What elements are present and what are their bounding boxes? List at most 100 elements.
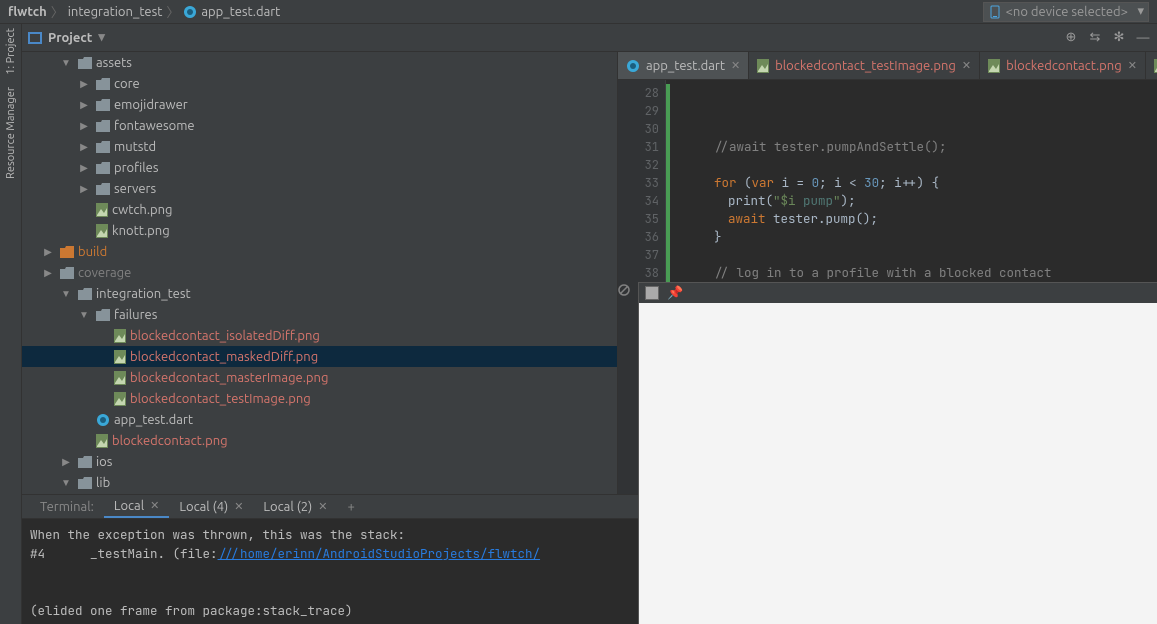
tree-item[interactable]: ▶coverage [22, 262, 617, 283]
code-line[interactable]: print("$i pump"); [686, 192, 1157, 210]
breadcrumb-folder[interactable]: integration_test [68, 5, 163, 19]
tree-item-label: knott.png [112, 224, 170, 238]
pin-icon[interactable]: 📌 [667, 286, 683, 301]
terminal-tab[interactable]: Local✕ [104, 496, 170, 518]
tree-arrow[interactable]: ▼ [58, 477, 74, 489]
line-number[interactable]: 32 [620, 156, 659, 174]
tree-item[interactable]: blockedcontact_isolatedDiff.png [22, 325, 617, 346]
imgfile-icon [114, 392, 126, 406]
tree-item[interactable]: blockedcontact_masterImage.png [22, 367, 617, 388]
tree-arrow[interactable]: ▼ [58, 288, 74, 300]
folder-icon [78, 477, 92, 489]
breadcrumb-root[interactable]: flwtch [8, 5, 47, 19]
tree-item-label: profiles [114, 161, 158, 175]
line-number[interactable]: 31 [620, 138, 659, 156]
line-number[interactable]: 38 [620, 264, 659, 282]
terminal-tab[interactable]: Local (4)✕ [169, 497, 253, 517]
tree-item-label: core [114, 77, 140, 91]
tree-item[interactable]: cwtch.png [22, 199, 617, 220]
imgfile-icon [96, 224, 108, 238]
tree-item[interactable]: ▶fontawesome [22, 115, 617, 136]
tree-item[interactable]: blockedcontact_maskedDiff.png [22, 346, 617, 367]
resource-manager-tool-button[interactable]: Resource Manager [5, 87, 17, 179]
tree-arrow[interactable]: ▶ [58, 456, 74, 468]
close-icon[interactable]: ✕ [962, 59, 971, 72]
tree-item[interactable]: blockedcontact.png [22, 430, 617, 451]
tree-item[interactable]: app_test.dart [22, 409, 617, 430]
editor-tab[interactable]: blockedcontact.png✕ [980, 52, 1146, 79]
tree-arrow[interactable]: ▶ [76, 141, 92, 153]
editor-tab[interactable]: blockedcontact_testImage.png✕ [749, 52, 980, 79]
breadcrumb-file[interactable]: app_test.dart [183, 5, 280, 19]
folder-icon [96, 78, 110, 90]
tree-item-label: blockedcontact_testImage.png [130, 392, 311, 406]
tree-item[interactable]: ▶emojidrawer [22, 94, 617, 115]
tree-arrow[interactable]: ▶ [76, 162, 92, 174]
close-icon[interactable]: ✕ [1128, 59, 1137, 72]
tree-item[interactable]: knott.png [22, 220, 617, 241]
tree-arrow[interactable]: ▶ [76, 183, 92, 195]
tree-item-label: blockedcontact_maskedDiff.png [130, 350, 318, 364]
line-number[interactable]: 30 [620, 120, 659, 138]
line-number[interactable]: 28 [620, 84, 659, 102]
tree-arrow[interactable]: ▼ [58, 57, 74, 69]
tree-item[interactable]: ▼assets [22, 52, 617, 73]
line-number[interactable]: 36 [620, 228, 659, 246]
code-line[interactable]: for (var i = 0; i < 30; i++) { [686, 174, 1157, 192]
line-number[interactable]: 29 [620, 102, 659, 120]
code-line[interactable] [686, 246, 1157, 264]
tree-item[interactable]: ▶ios [22, 451, 617, 472]
tree-arrow[interactable]: ▼ [76, 309, 92, 321]
tree-arrow[interactable]: ▶ [40, 267, 56, 279]
tree-item[interactable]: ▶ core [22, 73, 617, 94]
hide-icon[interactable]: — [1135, 30, 1151, 46]
project-tree[interactable]: ▼assets▶core▶emojidrawer▶fontawesome▶mut… [22, 52, 618, 494]
editor-tab[interactable]: app_test.dart✕ [618, 52, 749, 79]
code-line[interactable]: } [686, 228, 1157, 246]
code-line[interactable] [686, 156, 1157, 174]
dartfile-icon [96, 413, 110, 427]
locate-icon[interactable]: ⊕ [1063, 30, 1079, 46]
terminal-tab[interactable]: Local (2)✕ [253, 497, 337, 517]
tree-item[interactable]: ▼lib [22, 472, 617, 493]
project-view-selector[interactable]: Project ▾ [28, 30, 105, 45]
tree-item[interactable]: ▼ failures [22, 304, 617, 325]
close-icon[interactable]: ✕ [150, 499, 159, 512]
code-line[interactable]: // log in to a profile with a blocked co… [686, 264, 1157, 282]
imgfile-icon [96, 203, 108, 217]
tree-arrow[interactable]: ▶ [76, 120, 92, 132]
breadcrumb-bar: flwtch 〉 integration_test 〉 app_test.dar… [0, 0, 1157, 24]
tree-item[interactable]: ▼integration_test [22, 283, 617, 304]
tree-item-label: failures [114, 308, 157, 322]
settings-icon[interactable]: ✻ [1111, 30, 1127, 46]
folder-icon [78, 288, 92, 300]
new-terminal-button[interactable]: + [337, 500, 364, 514]
line-number[interactable]: 35 [620, 210, 659, 228]
image-viewer: 📌 [638, 282, 1157, 624]
close-icon[interactable]: ✕ [318, 500, 327, 513]
folder-icon [96, 183, 110, 195]
code-line[interactable]: await tester.pump(); [686, 210, 1157, 228]
tree-item[interactable]: ▶ profiles [22, 157, 617, 178]
tree-arrow[interactable]: ▶ [76, 99, 92, 111]
device-selector[interactable]: <no device selected> [983, 2, 1149, 22]
tree-arrow[interactable]: ▶ [76, 78, 92, 90]
tree-item[interactable]: ▶servers [22, 178, 617, 199]
line-number[interactable]: 33 [620, 174, 659, 192]
tree-item-label: mutstd [114, 140, 156, 154]
editor-tab[interactable]: b [1146, 52, 1157, 79]
line-number[interactable]: 34 [620, 192, 659, 210]
line-number[interactable]: 37 [620, 246, 659, 264]
collapse-icon[interactable]: ⇆ [1087, 30, 1103, 46]
tree-item[interactable]: ▶ mutstd [22, 136, 617, 157]
tree-item[interactable]: ▶build [22, 241, 617, 262]
imgfile-icon [96, 434, 108, 448]
tree-arrow[interactable]: ▶ [40, 246, 56, 258]
viewer-app-icon[interactable] [645, 286, 659, 300]
tree-item[interactable]: blockedcontact_testImage.png [22, 388, 617, 409]
close-icon[interactable]: ✕ [731, 59, 740, 72]
file-link[interactable]: ///home/erinn/AndroidStudioProjects/flwt… [218, 545, 541, 562]
close-icon[interactable]: ✕ [234, 500, 243, 513]
project-tool-button[interactable]: 1: Project [5, 28, 17, 75]
code-line[interactable]: //await tester.pumpAndSettle(); [686, 138, 1157, 156]
